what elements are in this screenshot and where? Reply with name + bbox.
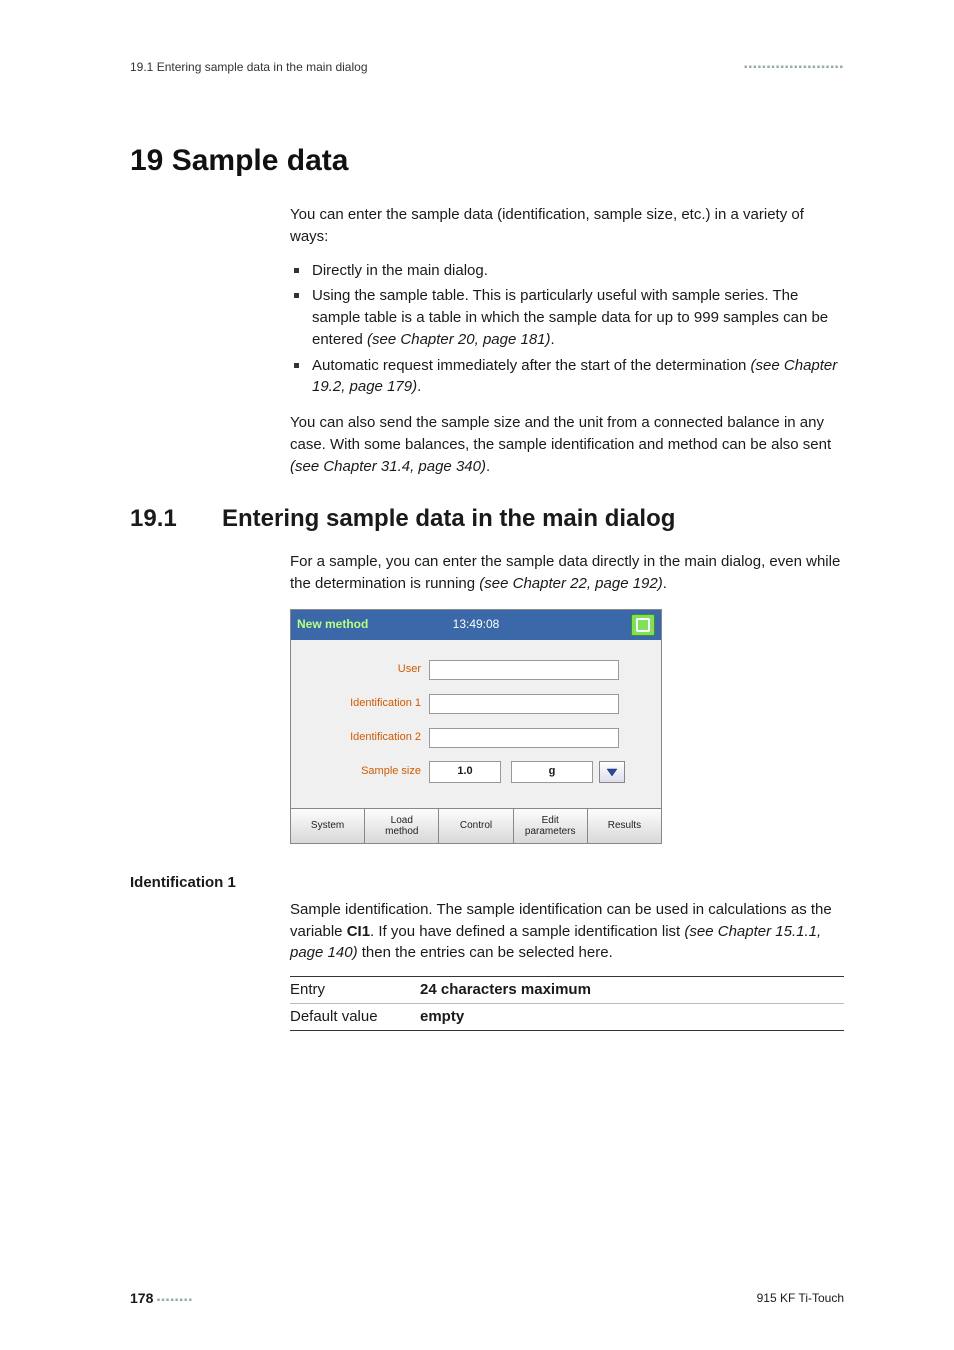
table-row: Default value empty (290, 1003, 844, 1030)
tab-load-method[interactable]: Load method (365, 809, 439, 843)
list-text: . (551, 331, 555, 348)
id2-label: Identification 2 (301, 730, 429, 746)
page-footer: 178 ▪▪▪▪▪▪▪▪ 915 KF Ti-Touch (130, 1290, 844, 1306)
paragraph-text: . (663, 575, 667, 592)
def-key: Default value (290, 1006, 420, 1028)
def-value: empty (420, 1006, 464, 1028)
device-titlebar: New method 13:49:08 (291, 610, 661, 640)
paragraph-text: then the entries can be selected here. (358, 944, 613, 961)
running-header: 19.1 Entering sample data in the main di… (130, 60, 844, 74)
product-name: 915 KF Ti-Touch (757, 1291, 844, 1305)
id2-input[interactable] (429, 728, 619, 748)
cross-ref: (see Chapter 31.4, page 340) (290, 458, 486, 475)
list-item: Using the sample table. This is particul… (290, 285, 844, 350)
sample-size-label: Sample size (301, 764, 429, 780)
tab-edit-parameters[interactable]: Edit parameters (514, 809, 588, 843)
id1-label: Identification 1 (301, 696, 429, 712)
footer-ornament: ▪▪▪▪▪▪▪▪ (157, 1295, 193, 1306)
sample-size-value[interactable]: 1.0 (429, 761, 501, 783)
device-tabbar: System Load method Control Edit paramete… (291, 808, 661, 843)
identification1-body: Sample identification. The sample identi… (290, 899, 844, 1031)
id1-row: Identification 1 (301, 692, 651, 716)
intro-paragraph: You can enter the sample data (identific… (290, 204, 844, 248)
tab-control[interactable]: Control (439, 809, 513, 843)
body-column: You can enter the sample data (identific… (290, 204, 844, 477)
identification1-heading: Identification 1 (130, 874, 844, 891)
start-icon[interactable] (631, 614, 655, 636)
device-method-name: New method (297, 616, 368, 633)
chevron-down-icon (606, 766, 618, 778)
user-row: User (301, 658, 651, 682)
user-input[interactable] (429, 660, 619, 680)
section-lead: For a sample, you can enter the sample d… (290, 551, 844, 595)
entry-ways-list: Directly in the main dialog. Using the s… (290, 260, 844, 399)
list-text: Automatic request immediately after the … (312, 357, 751, 374)
identification1-paragraph: Sample identification. The sample identi… (290, 899, 844, 964)
variable-name: CI1 (347, 923, 370, 940)
section-title: Entering sample data in the main dialog (222, 505, 675, 533)
sample-size-row: Sample size 1.0 g (301, 760, 651, 784)
cross-ref: (see Chapter 22, page 192) (479, 575, 662, 592)
balance-paragraph: You can also send the sample size and th… (290, 412, 844, 477)
device-form: User Identification 1 Identification 2 S… (291, 640, 661, 808)
user-label: User (301, 662, 429, 678)
section-body: For a sample, you can enter the sample d… (290, 551, 844, 844)
header-section-path: 19.1 Entering sample data in the main di… (130, 60, 368, 74)
list-item: Directly in the main dialog. (290, 260, 844, 282)
page-number: 178 (130, 1290, 153, 1306)
header-ornament: ▪▪▪▪▪▪▪▪▪▪▪▪▪▪▪▪▪▪▪▪▪▪ (744, 62, 844, 73)
tab-system[interactable]: System (291, 809, 365, 843)
cross-ref: (see Chapter 20, page 181) (367, 331, 550, 348)
paragraph-text: . If you have defined a sample identific… (370, 923, 684, 940)
device-clock: 13:49:08 (453, 616, 500, 633)
chapter-title: 19 Sample data (130, 144, 844, 178)
list-text: . (417, 378, 421, 395)
id1-input[interactable] (429, 694, 619, 714)
tab-results[interactable]: Results (588, 809, 661, 843)
table-row: Entry 24 characters maximum (290, 977, 844, 1003)
id2-row: Identification 2 (301, 726, 651, 750)
footer-left: 178 ▪▪▪▪▪▪▪▪ (130, 1290, 193, 1306)
sample-size-unit[interactable]: g (511, 761, 593, 783)
list-item: Automatic request immediately after the … (290, 355, 844, 399)
definition-table: Entry 24 characters maximum Default valu… (290, 976, 844, 1031)
section-heading: 19.1 Entering sample data in the main di… (130, 505, 844, 533)
paragraph-text: You can also send the sample size and th… (290, 414, 831, 453)
def-key: Entry (290, 979, 420, 1001)
device-screenshot: New method 13:49:08 User Identification … (290, 609, 662, 844)
section-number: 19.1 (130, 505, 190, 533)
def-value: 24 characters maximum (420, 979, 591, 1001)
paragraph-text: . (486, 458, 490, 475)
unit-dropdown-button[interactable] (599, 761, 625, 783)
